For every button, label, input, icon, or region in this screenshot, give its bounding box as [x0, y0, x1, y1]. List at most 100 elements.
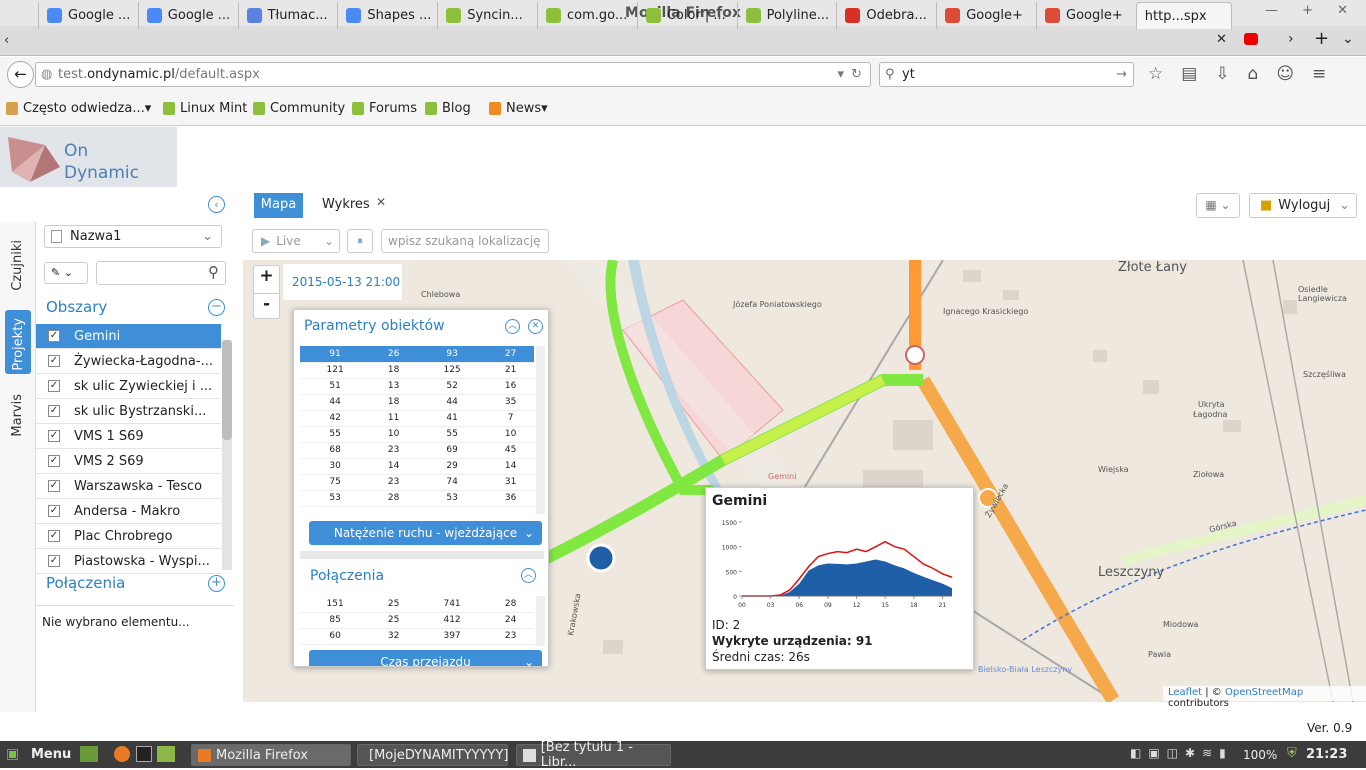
browser-tab[interactable]: Syncin... [437, 2, 537, 29]
table-row[interactable]: 51 13 52 16 [300, 378, 534, 395]
live-dropdown[interactable]: ▶ Live ⌄ [252, 229, 340, 253]
area-checkbox[interactable]: ✓ [48, 430, 60, 442]
table-row[interactable]: 44 18 44 35 [300, 394, 534, 411]
connections-metric-dropdown[interactable]: Czas przejazdu ⌄ [309, 650, 542, 666]
collapse-params-icon[interactable]: ︿ [505, 319, 520, 334]
area-list-item[interactable]: ✓ sk ulic Bystrzanski... [36, 399, 221, 424]
area-list-item[interactable]: ✓ Piastowska - Wyspi... [36, 549, 221, 574]
tab-wykres[interactable]: Wykres [322, 197, 370, 212]
collapse-connections-icon[interactable]: ︿ [521, 568, 536, 583]
rail-tab-marvis[interactable]: Marvis [10, 394, 25, 437]
name-select[interactable]: Nazwa1 ⌄ [44, 225, 222, 248]
table-row[interactable]: 53 28 53 36 [300, 490, 534, 507]
zoom-out-button[interactable]: - [253, 293, 280, 319]
zoom-in-button[interactable]: + [253, 266, 280, 292]
table-row[interactable]: 151 25 741 28 [300, 596, 534, 613]
browser-tab[interactable]: Google+ [1036, 2, 1136, 29]
tab-mapa[interactable]: Mapa [254, 193, 303, 218]
panel-splitter[interactable] [300, 551, 544, 559]
show-desktop-icon[interactable] [80, 746, 98, 762]
area-list-item[interactable]: ✓ VMS 1 S69 [36, 424, 221, 449]
collapse-panel-icon[interactable]: ‹ [208, 196, 225, 213]
table-row[interactable]: 60 32 397 23 [300, 628, 534, 645]
area-list-item[interactable]: ✓ Żywiecka-Łagodna-... [36, 349, 221, 374]
youtube-icon[interactable] [1244, 33, 1258, 45]
leaflet-link[interactable]: Leaflet [1168, 687, 1202, 698]
area-search-input[interactable]: ⚲ [96, 261, 226, 285]
area-list-item[interactable]: ✓ Andersa - Makro [36, 499, 221, 524]
url-dropdown-icon[interactable]: ▾ [837, 63, 844, 86]
bookmark-item[interactable]: Blog [425, 101, 471, 116]
area-checkbox[interactable]: ✓ [48, 355, 60, 367]
table-row[interactable]: 42 11 41 7 [300, 410, 534, 427]
area-checkbox[interactable]: ✓ [48, 530, 60, 542]
terminal-launcher-icon[interactable] [136, 746, 152, 762]
area-checkbox[interactable]: ✓ [48, 380, 60, 392]
new-tab-icon[interactable]: + [1314, 28, 1329, 49]
browser-tab[interactable]: Color | ... [636, 2, 737, 29]
params-metric-dropdown[interactable]: Natężenie ruchu - wjeżdżające ⌄ [309, 521, 542, 545]
collapse-areas-icon[interactable]: − [208, 299, 225, 316]
connections-table-scrollbar[interactable] [536, 596, 545, 646]
language-dropdown[interactable]: ▦ ⌄ [1196, 193, 1240, 218]
close-params-icon[interactable]: ✕ [528, 319, 543, 334]
browser-tab[interactable]: Google ... [38, 2, 138, 29]
back-button[interactable]: ← [7, 61, 34, 88]
shield-icon[interactable]: ⛨ [1287, 746, 1297, 761]
table-row[interactable]: 91 26 93 27 [300, 346, 534, 363]
area-list-item[interactable]: ✓ VMS 2 S69 [36, 449, 221, 474]
area-checkbox[interactable]: ✓ [48, 405, 60, 417]
area-list-item[interactable]: ✓ Plac Chrobrego [36, 524, 221, 549]
browser-tab[interactable]: Shapes ... [337, 2, 437, 29]
bookmark-item[interactable]: Linux Mint [163, 101, 247, 116]
tab-scroll-left-icon[interactable]: ‹ [4, 33, 9, 48]
osm-link[interactable]: OpenStreetMap [1225, 687, 1303, 698]
toolbar-icons[interactable]: ☆▤⇩⌂☺≡ [1148, 64, 1344, 84]
browser-tab[interactable]: com.go... [537, 2, 637, 29]
pause-button[interactable]: ⏸ [347, 229, 373, 253]
table-row[interactable]: 75 23 74 31 [300, 474, 534, 491]
tab-wykres-close-icon[interactable]: ✕ [376, 195, 386, 209]
area-list-item[interactable]: ✓ sk ulic Zywieckiej i ... [36, 374, 221, 399]
area-checkbox[interactable]: ✓ [48, 505, 60, 517]
bookmark-item[interactable]: Często odwiedza... ▾ [6, 101, 151, 116]
search-bar[interactable]: ⚲ yt → [879, 62, 1134, 87]
files-launcher-icon[interactable] [157, 746, 175, 762]
window-controls[interactable]: — + ✕ [1265, 3, 1358, 18]
browser-tab[interactable]: Google ... [137, 2, 238, 29]
tab-scroll-right-icon[interactable]: › [1288, 31, 1294, 47]
area-list-scroll-thumb[interactable] [222, 340, 232, 440]
table-row[interactable]: 68 23 69 45 [300, 442, 534, 459]
taskbar-window-button[interactable]: Mozilla Firefox [191, 744, 351, 766]
tab-list-icon[interactable]: ⌄ [1342, 31, 1354, 47]
taskbar-window-button[interactable]: [MojeDYNAMITYYYYY] [357, 744, 508, 766]
taskbar-window-button[interactable]: [Bez tytułu 1 - Libr... [516, 740, 671, 770]
browser-tab[interactable]: Tłumac... [237, 2, 338, 29]
area-checkbox[interactable]: ✓ [48, 480, 60, 492]
bookmark-item[interactable]: Forums [352, 101, 417, 116]
bookmark-item[interactable]: News ▾ [489, 101, 548, 116]
reload-icon[interactable]: ↻ [851, 63, 862, 86]
mint-menu-icon[interactable]: ▣ [6, 746, 19, 762]
firefox-launcher-icon[interactable] [114, 746, 130, 762]
logout-button[interactable]: ■ Wyloguj ⌄ [1249, 193, 1357, 218]
bookmark-item[interactable]: Community [253, 101, 345, 116]
table-row[interactable]: 55 10 55 10 [300, 426, 534, 443]
edit-dropdown-button[interactable]: ✎ ⌄ [44, 262, 88, 284]
params-table-scrollbar[interactable] [536, 346, 545, 514]
browser-tab[interactable]: Odebra... [836, 2, 936, 29]
area-checkbox[interactable]: ✓ [48, 455, 60, 467]
browser-tab[interactable]: Google+ [936, 2, 1036, 29]
tray-icons[interactable]: ◧▣◫✱≋▮ [1130, 746, 1233, 760]
area-list-item[interactable]: ✓ Gemini [36, 324, 221, 349]
table-row[interactable]: 30 14 29 14 [300, 458, 534, 475]
url-bar[interactable]: ◍ test.ondynamic.pl/default.aspx ▾ ↻ [35, 62, 871, 87]
rail-tab-projekty[interactable]: Projekty [11, 318, 26, 371]
search-go-icon[interactable]: → [1116, 63, 1127, 86]
location-search-input[interactable]: wpisz szukaną lokalizację [381, 229, 549, 253]
area-list-item[interactable]: ✓ Warszawska - Tesco [36, 474, 221, 499]
table-row[interactable]: 85 25 412 24 [300, 612, 534, 629]
area-checkbox[interactable]: ✓ [48, 555, 60, 567]
area-checkbox[interactable]: ✓ [48, 330, 60, 342]
tab-close-icon[interactable]: ✕ [1216, 32, 1227, 47]
